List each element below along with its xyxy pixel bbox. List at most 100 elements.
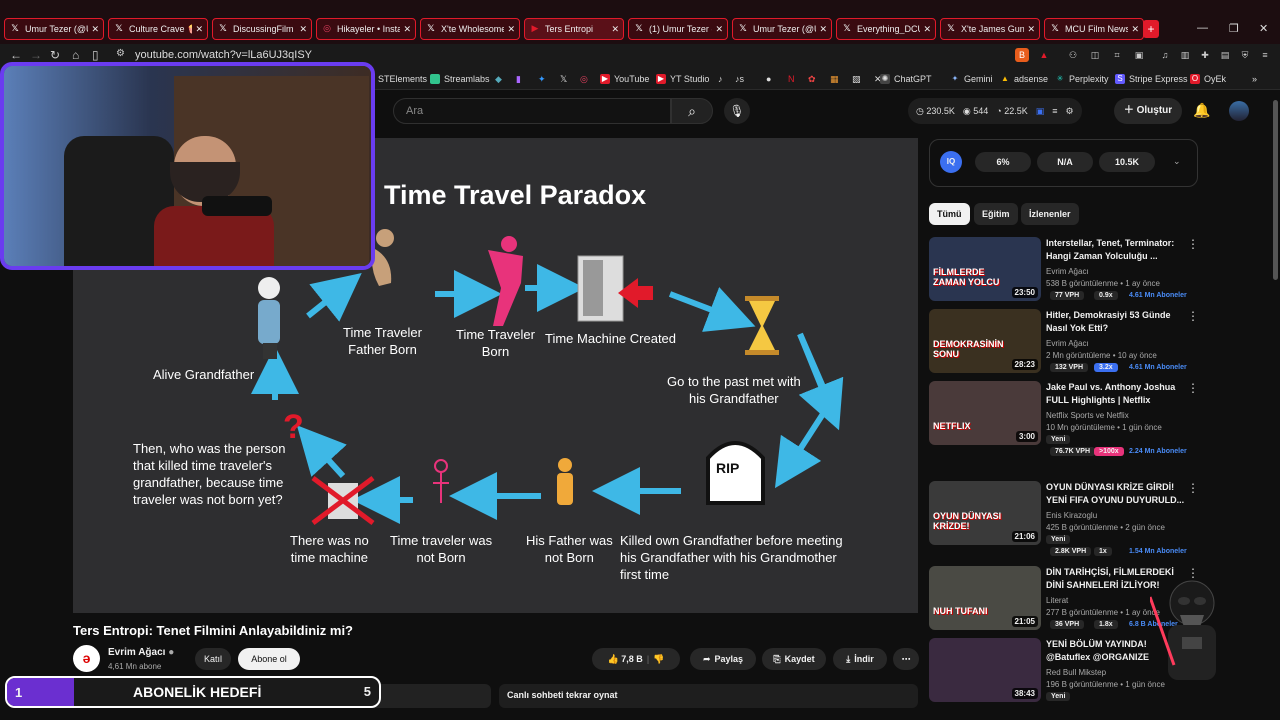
video-thumbnail[interactable]: OYUN DÜNYASI KRİZDE! 21:06 [929, 481, 1041, 545]
close-tab-icon[interactable]: ✕ [715, 24, 723, 35]
stat-pill[interactable]: 6% [975, 152, 1031, 172]
minimize-icon[interactable]: — [1197, 22, 1208, 34]
chip-watched[interactable]: İzlenenler [1021, 203, 1079, 225]
browser-tab[interactable]: ◎ Hikayeler • Instagra✕ [316, 18, 416, 40]
bookmark-item[interactable]: S Stripe Express [1115, 74, 1188, 84]
close-tab-icon[interactable]: ✕ [195, 24, 203, 35]
close-tab-icon[interactable]: ✕ [91, 24, 99, 35]
share-button[interactable]: ➦ Paylaş [690, 648, 756, 670]
video-thumbnail[interactable]: FİLMLERDE ZAMAN YOLCU 23:50 [929, 237, 1041, 301]
video-thumbnail[interactable]: 38:43 [929, 638, 1041, 702]
search-icon[interactable]: ⌕ [671, 98, 713, 124]
twitch-icon[interactable]: ▮ [516, 74, 521, 85]
bookmark-icon[interactable]: ▧ [852, 74, 861, 85]
browser-tab[interactable]: 𝕏 (1) Umur Tezer (@U✕ [628, 18, 728, 40]
recommendation-title[interactable]: OYUN DÜNYASI KRİZE GİRDİ! YENİ FIFA OYUN… [1046, 481, 1186, 507]
sidebar-icon[interactable]: ▥ [1178, 48, 1192, 62]
close-tab-icon[interactable]: ✕ [1027, 24, 1035, 35]
url-field[interactable]: youtube.com/watch?v=lLa6UJ3qISY [135, 49, 312, 61]
bookmark-icon[interactable]: ▦ [830, 74, 839, 85]
more-options-icon[interactable]: ⋮ [1187, 237, 1199, 251]
like-button[interactable]: 👍 7,8 B [608, 654, 643, 665]
bookmark-icon[interactable]: ◆ [495, 74, 502, 85]
bookmark-item[interactable]: ✺ ChatGPT [880, 74, 932, 84]
home-icon[interactable]: ⌂ [72, 48, 79, 62]
browser-tab[interactable]: 𝕏 X'te Wholesome Sid✕ [420, 18, 520, 40]
bookmark-icon[interactable]: ✿ [808, 74, 816, 85]
chip-all[interactable]: Tümü [929, 203, 970, 225]
recommendation-channel[interactable]: Evrim Ağacı [1046, 267, 1089, 276]
bookmark-item[interactable]: ✦ Gemini [950, 74, 993, 84]
bookmark-item[interactable]: ▶ YouTube [600, 74, 649, 84]
bookmark-item[interactable]: ▲ adsense [1000, 74, 1048, 84]
x-icon[interactable]: 𝕏 [560, 74, 567, 85]
close-tab-icon[interactable]: ✕ [507, 24, 515, 35]
video-thumbnail[interactable]: NETFLIX 3:00 [929, 381, 1041, 445]
browser-tab[interactable]: 𝕏 X'te James Gunn: "I✕ [940, 18, 1040, 40]
more-options-icon[interactable]: ⋮ [1187, 309, 1199, 323]
forward-icon[interactable]: → [30, 48, 42, 62]
recommendation-channel[interactable]: Literat [1046, 596, 1068, 605]
extension-icon[interactable]: ◫ [1088, 48, 1102, 62]
bookmark-item[interactable]: O OyEk [1190, 74, 1226, 84]
tool-icon[interactable]: ≡ [1052, 106, 1057, 116]
bookmark-item[interactable]: STElements [378, 74, 427, 84]
close-tab-icon[interactable]: ✕ [819, 24, 827, 35]
recommendation-title[interactable]: Jake Paul vs. Anthony Joshua FULL Highli… [1046, 381, 1186, 407]
chevron-down-icon[interactable]: ⌄ [1173, 156, 1181, 167]
tiktok-s-icon[interactable]: ♪s [735, 74, 744, 84]
channel-avatar[interactable]: ə [73, 645, 100, 672]
save-button[interactable]: ⎘ Kaydet [762, 648, 826, 670]
join-button[interactable]: Katıl [195, 648, 231, 670]
settings-icon[interactable]: ⚙ [1066, 106, 1074, 117]
instagram-icon[interactable]: ◎ [580, 74, 588, 85]
close-tab-icon[interactable]: ✕ [403, 24, 411, 35]
browser-tab[interactable]: 𝕏 Umur Tezer (@Umu✕ [732, 18, 832, 40]
browser-tab[interactable]: 𝕏 DiscussingFilm (@D✕ [212, 18, 312, 40]
stat-pill[interactable]: N/A [1037, 152, 1093, 172]
music-icon[interactable]: ♫ [1158, 48, 1172, 62]
account-avatar[interactable] [1229, 101, 1249, 121]
bookmark-item[interactable]: ▶ YT Studio [656, 74, 709, 84]
extension-icon[interactable]: ▣ [1132, 48, 1146, 62]
recommendation-channel[interactable]: Netflix Sports ve Netflix [1046, 411, 1129, 420]
recommendation-item[interactable]: NETFLIX 3:00 Jake Paul vs. Anthony Joshua … [929, 381, 1264, 456]
search-input[interactable]: Ara [393, 98, 671, 124]
video-thumbnail[interactable]: NUH TUFANI 21:05 [929, 566, 1041, 630]
stat-pill[interactable]: 10.5K [1099, 152, 1155, 172]
close-tab-icon[interactable]: ✕ [1131, 24, 1139, 35]
back-icon[interactable]: ← [10, 48, 22, 62]
tiktok-icon[interactable]: ♪ [718, 74, 723, 84]
close-tab-icon[interactable]: ✕ [299, 24, 307, 35]
browser-tab[interactable]: 𝕏 Umur Tezer (@Umu✕ [4, 18, 104, 40]
stats-icon[interactable]: ▣ [1036, 106, 1045, 117]
mic-icon[interactable]: 🎙 [724, 98, 750, 124]
more-options-icon[interactable]: ⋮ [1187, 481, 1199, 495]
maximize-icon[interactable]: ❐ [1229, 22, 1239, 35]
dislike-button[interactable]: 👎 [653, 654, 664, 665]
netflix-icon[interactable]: N [788, 74, 795, 84]
vidiq-icon[interactable]: IQ [940, 151, 962, 173]
brave-rewards-icon[interactable]: ▲ [1037, 48, 1051, 62]
close-tab-icon[interactable]: ✕ [923, 24, 931, 35]
menu-icon[interactable]: ≡ [1258, 48, 1272, 62]
channel-name[interactable]: Evrim Ağacı ● [108, 647, 174, 658]
recommendation-channel[interactable]: Enis Kirazoglu [1046, 511, 1097, 520]
bookmark-item[interactable]: ✳ Perplexity [1055, 74, 1109, 84]
notifications-bell-icon[interactable]: 🔔 [1193, 102, 1210, 119]
video-thumbnail[interactable]: DEMOKRASİNİN SONU 28:23 [929, 309, 1041, 373]
more-options-icon[interactable]: ⋮ [1187, 381, 1199, 395]
recommendation-title[interactable]: Interstellar, Tenet, Terminator: Hangi Z… [1046, 237, 1186, 263]
recommendation-item[interactable]: OYUN DÜNYASI KRİZDE! 21:06 OYUN DÜNYASI KR… [929, 481, 1264, 556]
extension-icon[interactable]: ⚇ [1066, 48, 1080, 62]
close-window-icon[interactable]: ✕ [1259, 22, 1268, 35]
bookmark-page-icon[interactable]: ▯ [92, 48, 99, 62]
create-button[interactable]: ＋ Oluştur [1114, 98, 1182, 124]
bookmark-icon[interactable]: ● [766, 74, 771, 84]
bookmark-item[interactable]: Streamlabs [430, 74, 490, 84]
brave-shield-icon[interactable]: B [1015, 48, 1029, 62]
recommendation-item[interactable]: FİLMLERDE ZAMAN YOLCU 23:50 Interstellar, … [929, 237, 1264, 307]
extensions-puzzle-icon[interactable]: ✚ [1198, 48, 1212, 62]
download-button[interactable]: ⤓ İndir [833, 648, 887, 670]
subscribe-button[interactable]: Abone ol [238, 648, 300, 670]
